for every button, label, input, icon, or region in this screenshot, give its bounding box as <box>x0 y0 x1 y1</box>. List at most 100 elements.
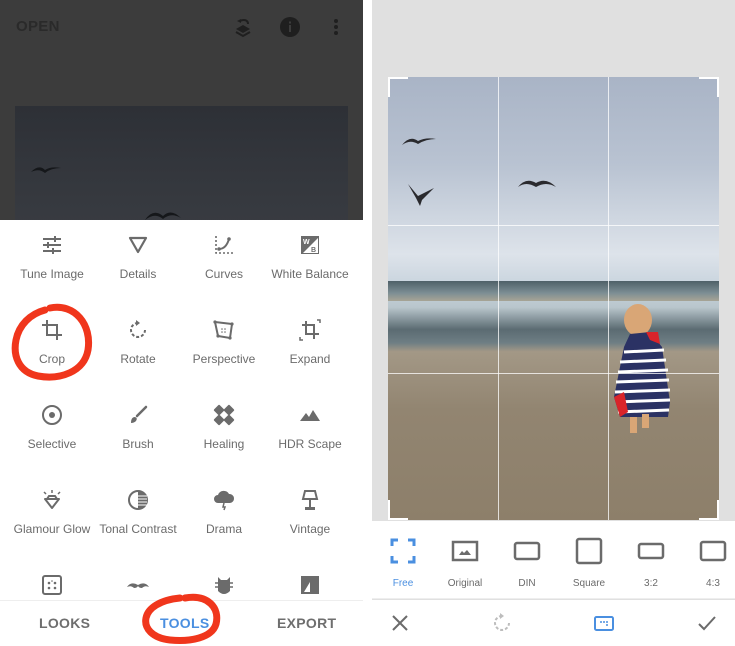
bird <box>518 180 556 187</box>
mustache-icon <box>127 583 149 588</box>
din-ratio-icon <box>513 541 541 561</box>
ratio-original[interactable]: Original <box>435 537 495 589</box>
tools-screen: OPEN Tune Image Details Curves W B White… <box>0 0 363 646</box>
dimmed-editor-area: OPEN <box>0 0 363 220</box>
aspect-ratio-icon[interactable] <box>592 611 616 635</box>
tool-hdr-scape[interactable]: HDR Scape <box>265 403 355 451</box>
ratio-free[interactable]: Free <box>373 537 433 589</box>
tool-healing[interactable]: Healing <box>179 403 269 451</box>
ratio-din[interactable]: DIN <box>497 537 557 589</box>
aspect-ratio-bar: Free Original DIN Square 3:2 4:3 <box>372 521 735 599</box>
diamond-glow-icon <box>43 490 61 509</box>
tool-details[interactable]: Details <box>93 233 183 281</box>
tool-label: Perspective <box>192 352 256 366</box>
child-figure <box>614 304 671 433</box>
tool-label: Expand <box>289 352 331 366</box>
tool-grunge[interactable] <box>179 573 269 597</box>
ratio-label: Free <box>392 578 414 589</box>
selective-icon <box>42 405 62 425</box>
crop-action-bar <box>372 600 735 646</box>
grid-line <box>388 373 719 374</box>
black-white-icon <box>301 576 319 594</box>
tab-export[interactable]: EXPORT <box>277 615 336 631</box>
square-ratio-icon <box>575 537 603 565</box>
tool-expand[interactable]: Expand <box>265 318 355 366</box>
tool-label: Drama <box>205 522 242 536</box>
grid-line <box>388 225 719 226</box>
tool-label: Brush <box>122 437 154 451</box>
open-button[interactable]: OPEN <box>16 18 60 35</box>
check-icon[interactable] <box>695 611 719 635</box>
tool-label: Crop <box>38 352 65 366</box>
tool-grainy-film[interactable] <box>7 573 97 597</box>
close-icon[interactable] <box>388 611 412 635</box>
tool-glamour-glow[interactable]: Glamour Glow <box>7 488 97 536</box>
ratio-label: 4:3 <box>706 578 720 589</box>
brush-icon <box>131 405 148 423</box>
tool-tonal-contrast[interactable]: Tonal Contrast <box>93 488 183 536</box>
bottom-nav: LOOKS TOOLS EXPORT <box>0 600 363 646</box>
perspective-icon <box>213 320 234 340</box>
tool-tune-image[interactable]: Tune Image <box>7 233 97 281</box>
crop-image[interactable] <box>388 77 719 520</box>
tool-curves[interactable]: Curves <box>179 233 269 281</box>
sliders-icon <box>43 236 61 254</box>
more-vert-icon[interactable] <box>324 15 348 39</box>
tool-mustache[interactable] <box>93 573 183 597</box>
bird <box>408 184 434 206</box>
info-icon[interactable] <box>278 15 302 39</box>
tool-label: Rotate <box>120 352 156 366</box>
ratio-label: Square <box>572 578 606 589</box>
white-balance-icon: WB <box>301 236 319 254</box>
tool-selective[interactable]: Selective <box>7 403 97 451</box>
tab-tools[interactable]: TOOLS <box>160 615 209 631</box>
tool-white-balance[interactable]: WB White Balance <box>265 233 355 281</box>
ratio-3-2[interactable]: 3:2 <box>621 537 681 589</box>
crop-handle-bottom-right[interactable] <box>699 500 719 520</box>
bird <box>402 138 436 145</box>
svg-text:B: B <box>311 247 316 254</box>
tool-label: Tonal Contrast <box>99 522 177 536</box>
crop-handle-bottom-left[interactable] <box>388 500 408 520</box>
triangle-icon <box>128 236 148 254</box>
ratio-3-2-icon <box>637 542 665 560</box>
tool-perspective[interactable]: Perspective <box>179 318 269 366</box>
tab-looks[interactable]: LOOKS <box>39 615 90 631</box>
cloud-lightning-icon <box>214 490 235 511</box>
tool-brush[interactable]: Brush <box>93 403 183 451</box>
tool-label: Glamour Glow <box>13 522 91 536</box>
free-crop-icon <box>390 538 416 564</box>
crop-screen: Free Original DIN Square 3:2 4:3 <box>372 0 735 646</box>
tool-black-white[interactable] <box>265 573 355 597</box>
ratio-label: Original <box>447 578 483 589</box>
tools-grid: Tune Image Details Curves WB White Balan… <box>0 220 363 600</box>
tool-label: HDR Scape <box>278 437 342 451</box>
crop-handle-top-left[interactable] <box>388 77 408 97</box>
healing-icon <box>213 404 235 426</box>
original-image-icon <box>451 540 479 562</box>
tool-drama[interactable]: Drama <box>179 488 269 536</box>
curves-icon <box>215 236 233 254</box>
grunge-icon <box>215 577 233 594</box>
tool-label: Tune Image <box>20 267 84 281</box>
tool-rotate[interactable]: Rotate <box>93 318 183 366</box>
tool-label: Curves <box>204 267 243 281</box>
bird <box>31 167 61 173</box>
svg-text:W: W <box>303 239 310 246</box>
tool-label: Healing <box>203 437 245 451</box>
tool-label: Vintage <box>289 522 331 536</box>
photo-preview-dimmed <box>15 106 348 220</box>
crop-handle-top-right[interactable] <box>699 77 719 97</box>
ratio-4-3[interactable]: 4:3 <box>683 537 735 589</box>
ratio-label: 3:2 <box>644 578 658 589</box>
tool-vintage[interactable]: Vintage <box>265 488 355 536</box>
sea <box>388 281 719 301</box>
layers-undo-icon[interactable] <box>231 15 255 39</box>
ratio-square[interactable]: Square <box>559 537 619 589</box>
tool-crop[interactable]: Crop <box>7 318 97 366</box>
grainy-film-icon <box>42 575 62 595</box>
crop-icon <box>42 320 62 340</box>
grid-line <box>498 77 499 520</box>
tonal-contrast-icon <box>128 490 148 510</box>
rotate-icon[interactable] <box>490 611 514 635</box>
